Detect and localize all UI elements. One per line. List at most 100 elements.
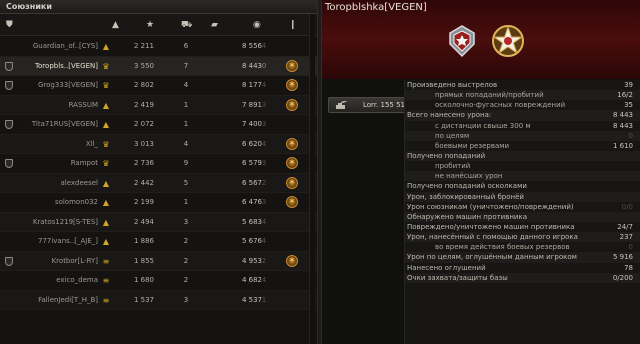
spotted-cell: 0 (261, 61, 267, 70)
rank-icon: ♛ (102, 139, 110, 149)
spotted-cell: 2 (261, 256, 267, 265)
player-name-cell: Toropbls..[VEGEN] (34, 61, 98, 70)
table-row[interactable]: Kratos1219[S-TES] ▲ 2 494 3 5 683 4 (0, 212, 317, 232)
stat-label: во время действия боевых резервов (435, 243, 570, 252)
rank-icon: ♛ (102, 61, 110, 71)
medal-icon (284, 213, 300, 232)
table-row[interactable]: Guardian_of..[CYS] ▲ 2 211 6 8 556 4 (0, 37, 317, 57)
damage-shell-icon[interactable]: ▰ (211, 20, 218, 30)
player-name-cell: solomon032 (54, 198, 98, 206)
stat-label: Получено попаданий (407, 151, 486, 160)
allies-scrollbar[interactable] (309, 14, 315, 344)
stat-value: 8 443 (612, 121, 633, 130)
kills-cell: 1 (183, 120, 189, 128)
kills-cell: 7 (183, 61, 189, 70)
stat-row: с дистанции свыше 300 м 8 443 (405, 121, 640, 131)
stat-label: Нанесено оглушений (407, 263, 486, 272)
vehicle-tab[interactable]: Lorr. 155 51 (328, 97, 408, 113)
clan-icon (5, 271, 15, 290)
player-name-cell: Guardian_of..[CYS] (32, 42, 98, 50)
stat-row: Нанесено оглушений 78 (405, 263, 640, 273)
spotted-icon[interactable]: ◉ (253, 20, 261, 30)
stat-value: 1 610 (612, 141, 633, 150)
table-row[interactable]: alexdeesel ▲ 2 442 5 6 567 2 (0, 173, 317, 193)
kills-cell: 1 (183, 198, 189, 206)
table-row[interactable]: Krotbor[L-RY] ≡ 1 855 2 4 953 2 (0, 251, 317, 271)
stat-row: не нанёсших урон (405, 171, 640, 182)
stat-label: Очки захвата/защиты базы (407, 273, 508, 282)
clan-icon (5, 57, 15, 76)
table-row[interactable]: solomon032 ▲ 2 199 1 6 476 3 (0, 193, 317, 213)
table-row[interactable]: Toropbls..[VEGEN] ♛ 3 550 7 8 443 0 (0, 56, 317, 76)
stat-label: не нанёсших урон (435, 172, 503, 181)
medal-icon (284, 271, 300, 290)
clan-icon (5, 174, 15, 193)
player-name-cell: Kratos1219[S-TES] (32, 217, 98, 226)
clan-icon (5, 213, 15, 232)
player-name-cell: exico_dema (56, 276, 98, 284)
player-name-cell: RASSUM (68, 100, 98, 109)
medal-icon (284, 57, 300, 76)
tank-icon (336, 101, 347, 109)
kills-cell: 3 (183, 217, 189, 226)
player-name-cell: Grog333[VEGEN] (38, 81, 98, 89)
rank-icon: ▲ (102, 100, 110, 110)
medal-icon (284, 96, 300, 115)
player-name-cell: FallenJedi[T_H_B] (38, 295, 98, 304)
kills-cell: 2 (183, 237, 189, 245)
experience-star-icon[interactable]: ★ (146, 20, 154, 30)
stat-label: Урон союзникам (уничтожено/повреждений) (407, 202, 574, 211)
table-row[interactable]: Grog333[VEGEN] ♛ 2 802 4 8 177 4 (0, 76, 317, 96)
stat-row: боевыми резервами 1 610 (405, 141, 640, 151)
rank-icon: ▲ (102, 217, 110, 227)
stat-label: Произведено выстрелов (407, 81, 498, 89)
kills-cell: 4 (183, 139, 189, 148)
experience-cell: 1 680 (133, 276, 154, 284)
medal-icon (284, 135, 300, 154)
experience-cell: 3 550 (133, 61, 154, 70)
vehicle-name: Lorr. 155 51 (363, 101, 405, 109)
player-name-cell: Tita71RUS[VEGEN] (31, 120, 98, 128)
table-row[interactable]: Tita71RUS[VEGEN] ▲ 2 072 1 7 400 3 (0, 115, 317, 135)
medal-icon (284, 174, 300, 193)
rank-icon: ≡ (102, 276, 110, 285)
clan-shield-icon[interactable]: ⛊ (6, 20, 13, 30)
spotted-cell: 4 (261, 237, 267, 245)
experience-cell: 2 199 (133, 198, 154, 206)
medals-icon[interactable]: ❙ (289, 20, 297, 30)
stat-row: осколочно-фугасных повреждений 35 (405, 100, 640, 110)
table-row[interactable]: Rampot ♛ 2 736 9 6 579 3 (0, 154, 317, 174)
allies-panel: Союзники ⛊ ▲ ★ ⛟ ▰ ◉ ❙ Guardian_of..[CYS… (0, 0, 317, 344)
experience-cell: 3 013 (133, 139, 154, 148)
stat-row: Обнаружено машин противника (405, 211, 640, 222)
rank-icon: ≡ (102, 256, 110, 266)
kills-cell: 4 (183, 81, 189, 89)
table-row[interactable]: RASSUM ▲ 2 419 1 7 891 3 (0, 95, 317, 115)
rank-icon[interactable]: ▲ (112, 20, 119, 30)
rank-icon: ▲ (102, 120, 110, 129)
kills-tank-icon[interactable]: ⛟ (181, 20, 192, 30)
table-row[interactable]: 777ivans..[_AJE_] ▲ 1 886 2 5 676 4 (0, 232, 317, 252)
medal-icon (284, 193, 300, 212)
kills-cell: 2 (183, 276, 189, 284)
medal-icon (284, 291, 300, 310)
table-row[interactable]: FallenJedi[T_H_B] ≡ 1 537 3 4 537 1 (0, 290, 317, 310)
table-row[interactable]: exico_dema ≡ 1 680 2 4 682 4 (0, 271, 317, 291)
stat-value: 0 (628, 243, 633, 252)
spotted-cell: 4 (261, 139, 267, 148)
experience-cell: 2 494 (133, 217, 154, 226)
stat-value: 78 (624, 263, 633, 272)
rank-icon: ♛ (102, 81, 110, 90)
kills-cell: 3 (183, 295, 189, 304)
rank-icon: ▲ (102, 198, 110, 207)
rank-icon: ▲ (102, 237, 110, 246)
stat-row: Получено попаданий (405, 150, 640, 162)
shield-badge-icon (449, 25, 475, 58)
medal-icon (284, 154, 300, 173)
clan-icon (5, 115, 15, 134)
rank-icon: ≡ (102, 295, 110, 305)
spotted-cell: 4 (261, 81, 267, 89)
stat-row: Очки захвата/защиты базы 0/200 (405, 272, 640, 283)
table-row[interactable]: Xll_ ♛ 3 013 4 6 620 4 (0, 134, 317, 154)
experience-cell: 2 072 (133, 120, 154, 128)
